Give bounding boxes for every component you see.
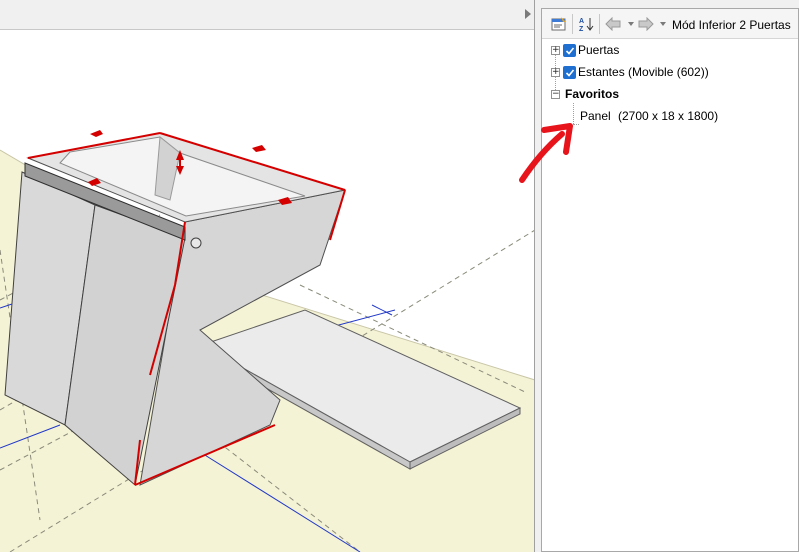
panel-name: Panel (580, 109, 611, 123)
model-tree: + Puertas + Estantes (Movible (602)) − F… (542, 39, 798, 551)
properties-icon[interactable] (550, 15, 568, 33)
annotation-arrow-icon (519, 123, 573, 183)
tree-item-favoritos[interactable]: − Favoritos (542, 85, 798, 103)
expand-icon[interactable]: + (551, 46, 560, 55)
svg-text:A: A (579, 18, 584, 25)
collapse-icon[interactable]: − (551, 90, 560, 99)
panel-dimensions: (2700 x 18 x 1800) (618, 109, 719, 123)
handle-hole (190, 237, 202, 249)
checkbox-checked-icon[interactable] (563, 44, 576, 57)
tree-item-estantes[interactable]: + Estantes (Movible (602)) (542, 63, 798, 81)
toolbar-separator (599, 14, 600, 34)
forward-dropdown-icon[interactable] (660, 22, 666, 26)
back-arrow-icon[interactable] (604, 15, 622, 33)
tree-item-label: Puertas (578, 43, 620, 57)
tree-item-puertas[interactable]: + Puertas (542, 41, 798, 59)
cabinet-scene[interactable] (0, 30, 535, 552)
sort-az-icon[interactable]: A Z (577, 15, 595, 33)
viewport-header (0, 0, 534, 30)
back-dropdown-icon[interactable] (628, 22, 634, 26)
3d-viewport[interactable] (0, 0, 535, 552)
tree-toolbar: A Z Mód Inferior 2 Puertas (542, 9, 798, 39)
tree-item-panel[interactable]: Panel (2700 x 18 x 1800) (542, 107, 798, 125)
expand-icon[interactable]: + (551, 68, 560, 77)
tree-item-label: Favoritos (565, 87, 620, 101)
model-tree-panel: A Z Mód Inferior 2 Puertas + Puertas + E… (541, 8, 799, 552)
svg-text:Z: Z (579, 26, 584, 32)
tree-item-label: Estantes (Movible (602)) (578, 65, 709, 79)
module-title: Mód Inferior 2 Puertas (672, 18, 791, 32)
collapse-panel-icon[interactable] (525, 9, 531, 19)
forward-arrow-icon[interactable] (637, 15, 655, 33)
checkbox-checked-icon[interactable] (563, 66, 576, 79)
toolbar-separator (572, 14, 573, 34)
